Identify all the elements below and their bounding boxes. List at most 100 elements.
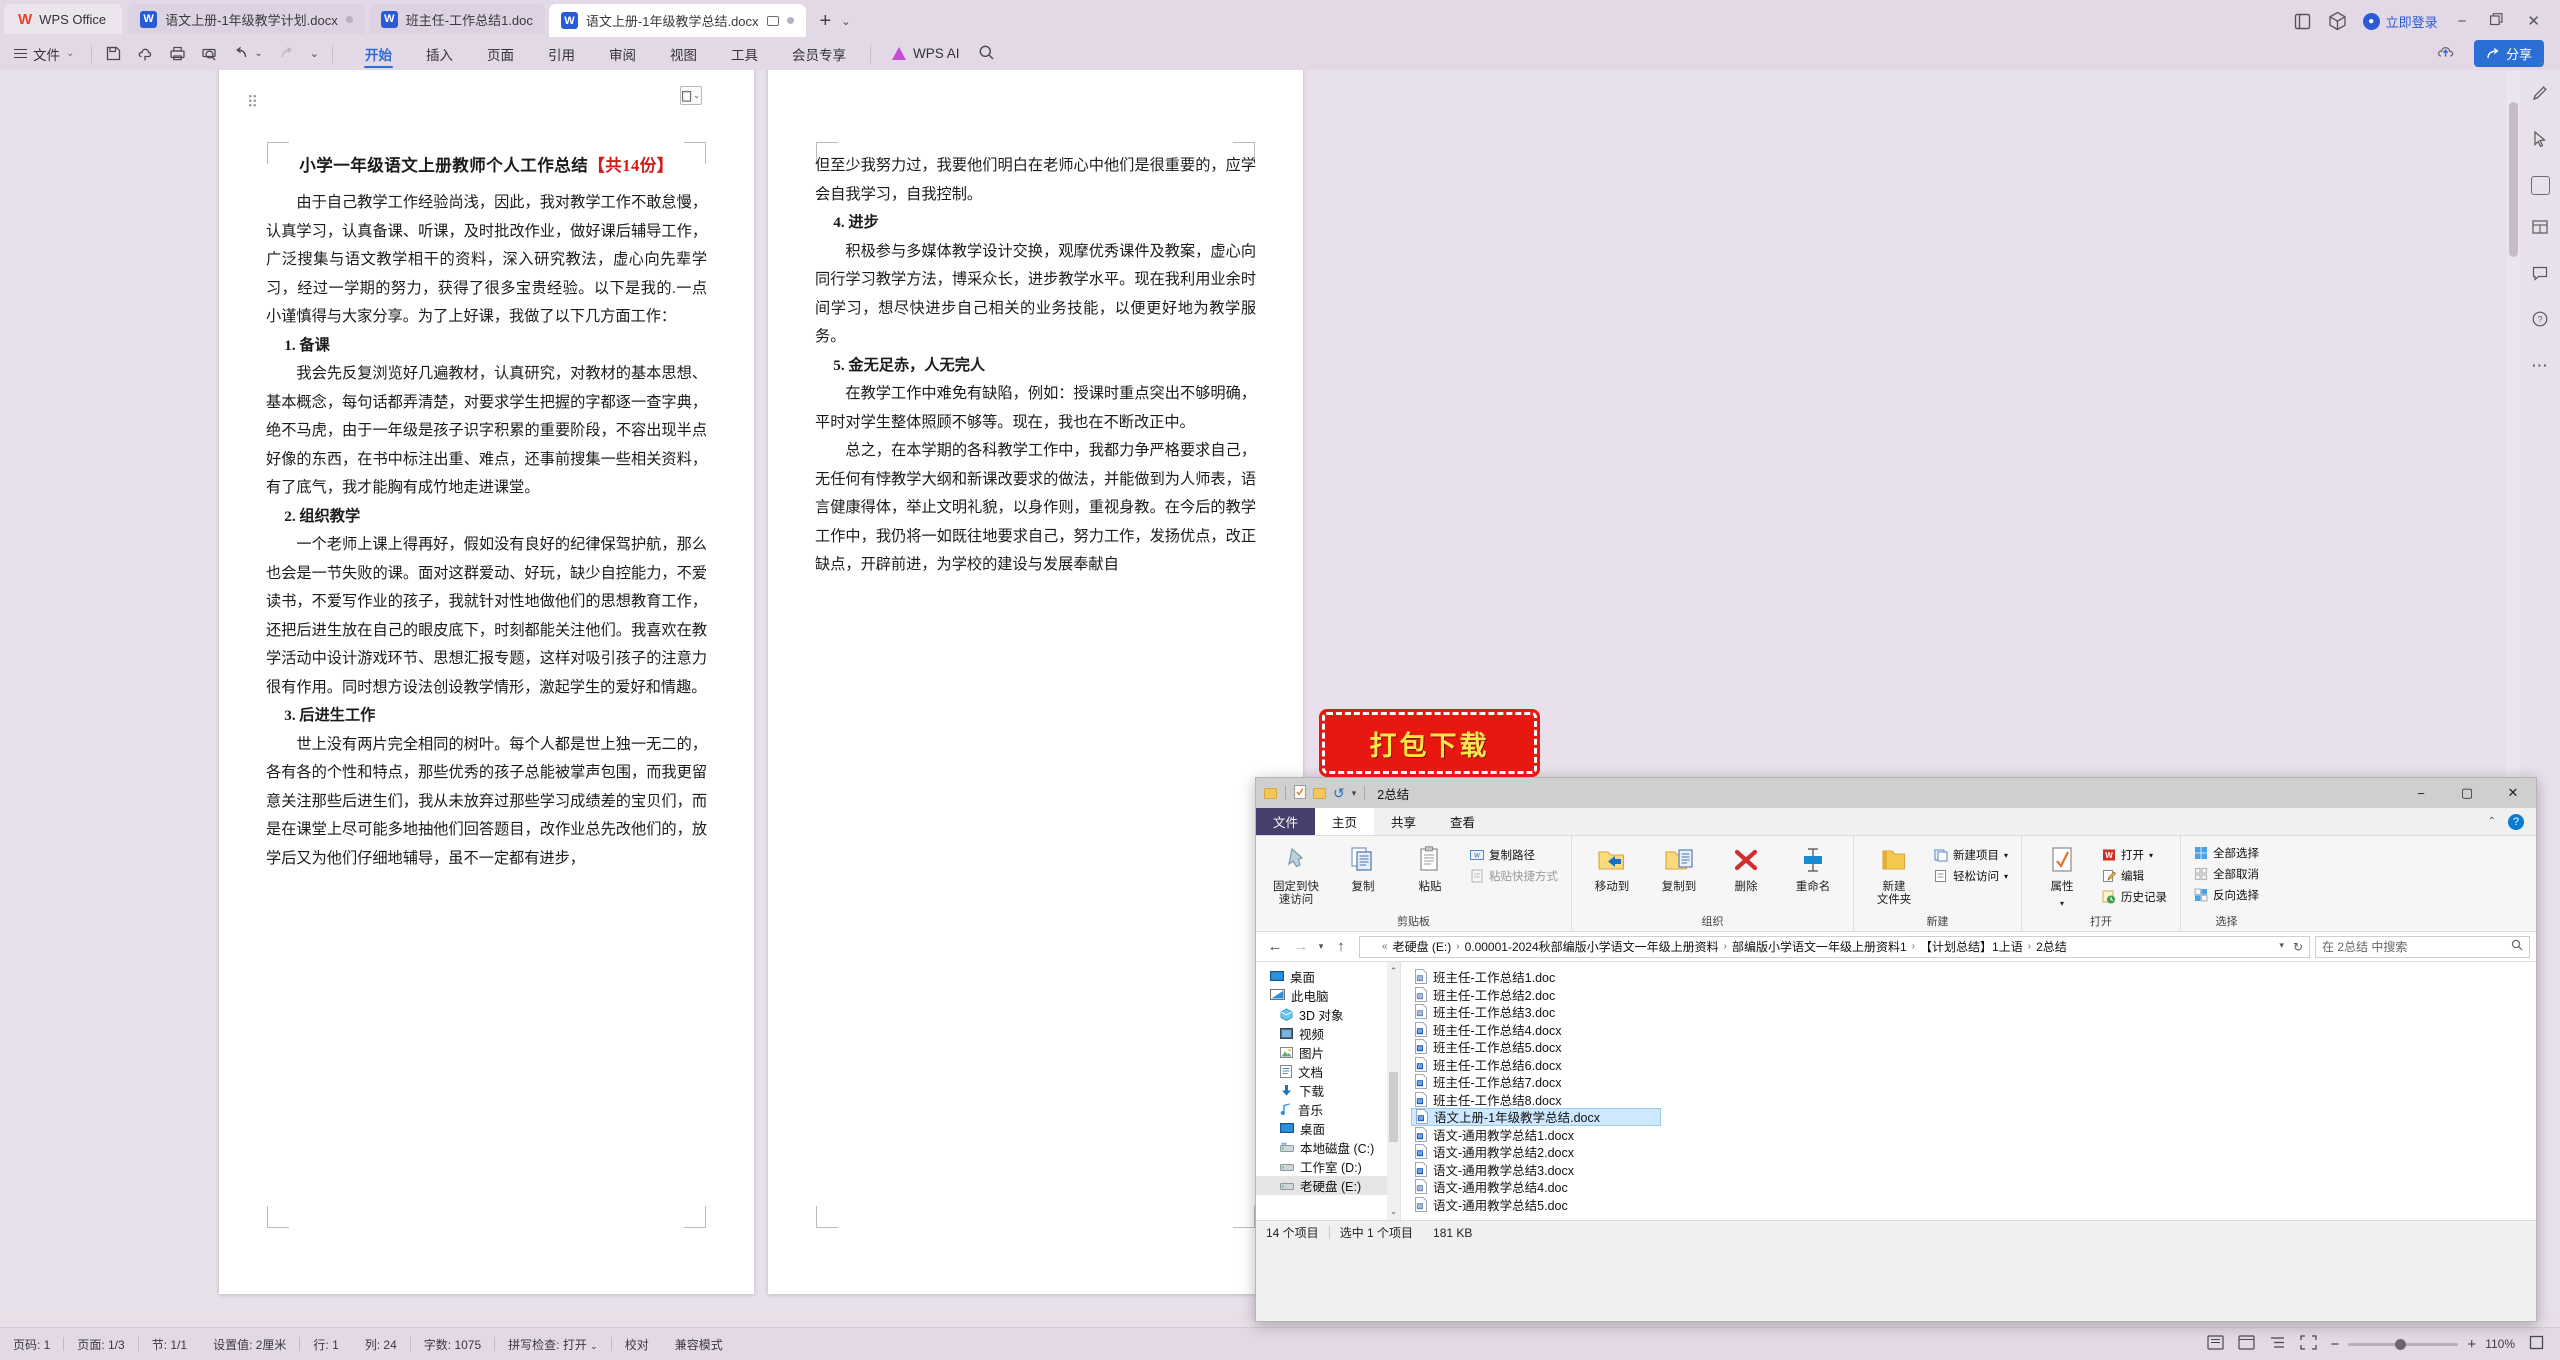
help-icon[interactable]: ? bbox=[2508, 813, 2524, 830]
nav-item-downloads[interactable]: 下载 bbox=[1256, 1081, 1400, 1100]
copy-button[interactable]: 复制 bbox=[1332, 842, 1394, 894]
maximize-restore-button[interactable] bbox=[2486, 12, 2507, 30]
document-page-2[interactable]: 但至少我努力过，我要他们明白在老师心中他们是很重要的，应学会自我学习，自我控制。… bbox=[768, 70, 1303, 1294]
view-web-layout-icon[interactable] bbox=[2238, 1335, 2255, 1353]
easy-access-button[interactable]: 轻松访问 ▾ bbox=[1930, 867, 2012, 885]
collapse-ribbon-chevron-up-icon[interactable]: ⌃ bbox=[2488, 816, 2496, 827]
file-list-item[interactable]: W 语文-通用教学总结5.doc bbox=[1411, 1196, 1661, 1214]
scroll-up-chevron-icon[interactable]: ⌃ bbox=[1387, 964, 1400, 978]
search-input[interactable]: 在 2总结 中搜索 bbox=[2315, 935, 2530, 958]
back-button[interactable]: ← bbox=[1262, 938, 1288, 955]
view-fullscreen-icon[interactable] bbox=[2300, 1335, 2317, 1353]
tab-list-chevron-down-icon[interactable]: ⌄ bbox=[841, 15, 850, 28]
scroll-down-chevron-icon[interactable]: ⌄ bbox=[1387, 1204, 1400, 1218]
breadcrumb[interactable]: « 老硬盘 (E:) › 0.00001-2024秋部编版小学语文一年级上册资料 ›… bbox=[1359, 935, 2310, 958]
more-options-icon[interactable]: ⋯ bbox=[2531, 356, 2549, 376]
nav-scrollbar[interactable]: ⌃ ⌄ bbox=[1387, 962, 1400, 1220]
nav-item-desktop[interactable]: 桌面 bbox=[1256, 967, 1400, 986]
new-folder-quick-icon[interactable] bbox=[1313, 787, 1326, 799]
nav-item-pictures[interactable]: 图片 bbox=[1256, 1043, 1400, 1062]
breadcrumb-item-1[interactable]: 0.00001-2024秋部编版小学语文一年级上册资料 bbox=[1465, 938, 1719, 955]
breadcrumb-item-3[interactable]: 【计划总结】1上语 bbox=[1920, 938, 2023, 955]
select-all-button[interactable]: 全部选择 bbox=[2190, 844, 2263, 862]
explorer-maximize-button[interactable]: ▢ bbox=[2444, 778, 2490, 808]
forward-button[interactable]: → bbox=[1288, 938, 1314, 955]
zoom-fullscreen-icon[interactable] bbox=[2529, 1335, 2544, 1353]
picture-icon[interactable] bbox=[2530, 176, 2550, 195]
zoom-slider-knob[interactable] bbox=[2395, 1338, 2407, 1350]
new-folder-button[interactable]: 新建 文件夹 bbox=[1863, 842, 1925, 907]
nav-item-local-disk-c[interactable]: 本地磁盘 (C:) bbox=[1256, 1138, 1400, 1157]
login-button[interactable]: ● 立即登录 bbox=[2362, 12, 2438, 31]
status-proofread[interactable]: 校对 bbox=[612, 1336, 662, 1353]
open-with-button[interactable]: W 打开 ▾ bbox=[2098, 846, 2171, 864]
download-package-button[interactable]: 打包下载 bbox=[1322, 712, 1537, 774]
ribbon-tab-review[interactable]: 审阅 bbox=[592, 37, 653, 70]
chevron-down-icon[interactable]: ▾ bbox=[2149, 851, 2153, 860]
customize-chevron-down-icon[interactable]: ▾ bbox=[1352, 788, 1357, 799]
edit-button[interactable]: 编辑 bbox=[2098, 867, 2171, 885]
file-list[interactable]: W 班主任-工作总结1.doc W 班主任-工作总结2.doc W 班主任-工作总结3… bbox=[1401, 962, 2536, 1220]
file-list-item[interactable]: W 语文-通用教学总结1.docx bbox=[1411, 1126, 1661, 1144]
copy-to-button[interactable]: 复制到 bbox=[1648, 842, 1710, 894]
new-item-button[interactable]: 新建项目 ▾ bbox=[1930, 846, 2012, 864]
minimize-button[interactable]: − bbox=[2454, 13, 2471, 30]
undo-icon[interactable] bbox=[233, 45, 250, 62]
file-list-item[interactable]: W 语文-通用教学总结2.docx bbox=[1411, 1143, 1661, 1161]
nav-item-videos[interactable]: 视频 bbox=[1256, 1024, 1400, 1043]
up-button[interactable]: ↑ bbox=[1328, 938, 1354, 955]
file-menu-button[interactable]: 文件 ⌄ bbox=[0, 44, 84, 64]
ribbon-tab-reference[interactable]: 引用 bbox=[531, 37, 592, 70]
file-list-item-selected[interactable]: W 语文上册-1年级教学总结.docx bbox=[1411, 1108, 1661, 1126]
rename-button[interactable]: 重命名 bbox=[1782, 842, 1844, 894]
ruler-collapse-icon[interactable]: ⌃ bbox=[2537, 60, 2546, 73]
pin-to-quick-access-button[interactable]: 固定到快 速访问 bbox=[1265, 842, 1327, 907]
print-preview-icon[interactable] bbox=[201, 45, 218, 62]
cube-3d-icon[interactable] bbox=[2328, 11, 2347, 31]
file-list-item[interactable]: W 班主任-工作总结4.docx bbox=[1411, 1021, 1661, 1039]
nav-item-drive-d[interactable]: 工作室 (D:) bbox=[1256, 1157, 1400, 1176]
save-icon[interactable] bbox=[105, 45, 122, 62]
cloud-upload-icon[interactable] bbox=[2436, 43, 2456, 64]
zoom-slider[interactable] bbox=[2348, 1338, 2459, 1350]
file-list-item[interactable]: W 语文-通用教学总结4.doc bbox=[1411, 1178, 1661, 1196]
explorer-tab-file[interactable]: 文件 bbox=[1256, 808, 1316, 835]
file-list-item[interactable]: W 班主任-工作总结8.docx bbox=[1411, 1091, 1661, 1109]
document-tab-3-active[interactable]: W 语文上册-1年级教学总结.docx bbox=[548, 4, 806, 37]
nav-item-music[interactable]: 音乐 bbox=[1256, 1100, 1400, 1119]
wps-office-logo[interactable]: W WPS Office bbox=[4, 4, 123, 34]
file-explorer-window[interactable]: ↺ ▾ 2总结 − ▢ ✕ 文件 主页 共享 查看 ⌃ ? 固定到快 速访问 复… bbox=[1255, 777, 2537, 1322]
ribbon-search-icon[interactable] bbox=[978, 44, 995, 64]
cursor-select-icon[interactable] bbox=[2531, 130, 2549, 153]
table-icon[interactable] bbox=[2531, 218, 2549, 241]
share-button[interactable]: 分享 bbox=[2473, 40, 2544, 67]
nav-item-desktop-2[interactable]: 桌面 bbox=[1256, 1119, 1400, 1138]
document-tab-2[interactable]: W 班主任-工作总结1.doc bbox=[368, 4, 545, 34]
close-button[interactable]: ✕ bbox=[2523, 12, 2544, 30]
ribbon-tab-insert[interactable]: 插入 bbox=[409, 37, 470, 70]
help-icon[interactable]: ? bbox=[2531, 310, 2549, 333]
file-list-item[interactable]: W 班主任-工作总结2.doc bbox=[1411, 986, 1661, 1004]
ribbon-tab-member[interactable]: 会员专享 bbox=[775, 37, 863, 70]
chat-icon[interactable] bbox=[2531, 264, 2549, 287]
file-list-item[interactable]: W 班主任-工作总结6.docx bbox=[1411, 1056, 1661, 1074]
file-list-item[interactable]: W 班主任-工作总结1.doc bbox=[1411, 968, 1661, 986]
paste-button[interactable]: 粘贴 bbox=[1399, 842, 1461, 894]
ribbon-tab-tools[interactable]: 工具 bbox=[714, 37, 775, 70]
file-list-item[interactable]: W 班主任-工作总结7.docx bbox=[1411, 1073, 1661, 1091]
ribbon-tab-view[interactable]: 视图 bbox=[653, 37, 714, 70]
scrollbar-thumb[interactable] bbox=[1389, 1072, 1398, 1142]
chevron-down-icon[interactable]: ▾ bbox=[2004, 872, 2008, 881]
present-screen-icon[interactable] bbox=[766, 15, 779, 26]
chevron-down-icon[interactable]: ▾ bbox=[2060, 897, 2064, 910]
paragraph-move-handle[interactable] bbox=[248, 94, 257, 107]
file-list-item[interactable]: W 班主任-工作总结3.doc bbox=[1411, 1003, 1661, 1021]
ribbon-tab-page[interactable]: 页面 bbox=[470, 37, 531, 70]
new-tab-icon[interactable]: + bbox=[820, 11, 832, 31]
breadcrumb-item-2[interactable]: 部编版小学语文一年级上册资料1 bbox=[1732, 938, 1907, 955]
zoom-in-button[interactable]: + bbox=[2467, 1336, 2476, 1353]
document-tab-1[interactable]: W 语文上册-1年级教学计划.docx bbox=[128, 4, 365, 34]
document-page-1[interactable]: ⌄ 小学一年级语文上册教师个人工作总结【共14份】 由于自己教学工作经验尚浅，因… bbox=[219, 70, 754, 1294]
paste-options-button[interactable]: ⌄ bbox=[680, 86, 702, 105]
sidebar-toggle-icon[interactable] bbox=[2293, 12, 2312, 31]
